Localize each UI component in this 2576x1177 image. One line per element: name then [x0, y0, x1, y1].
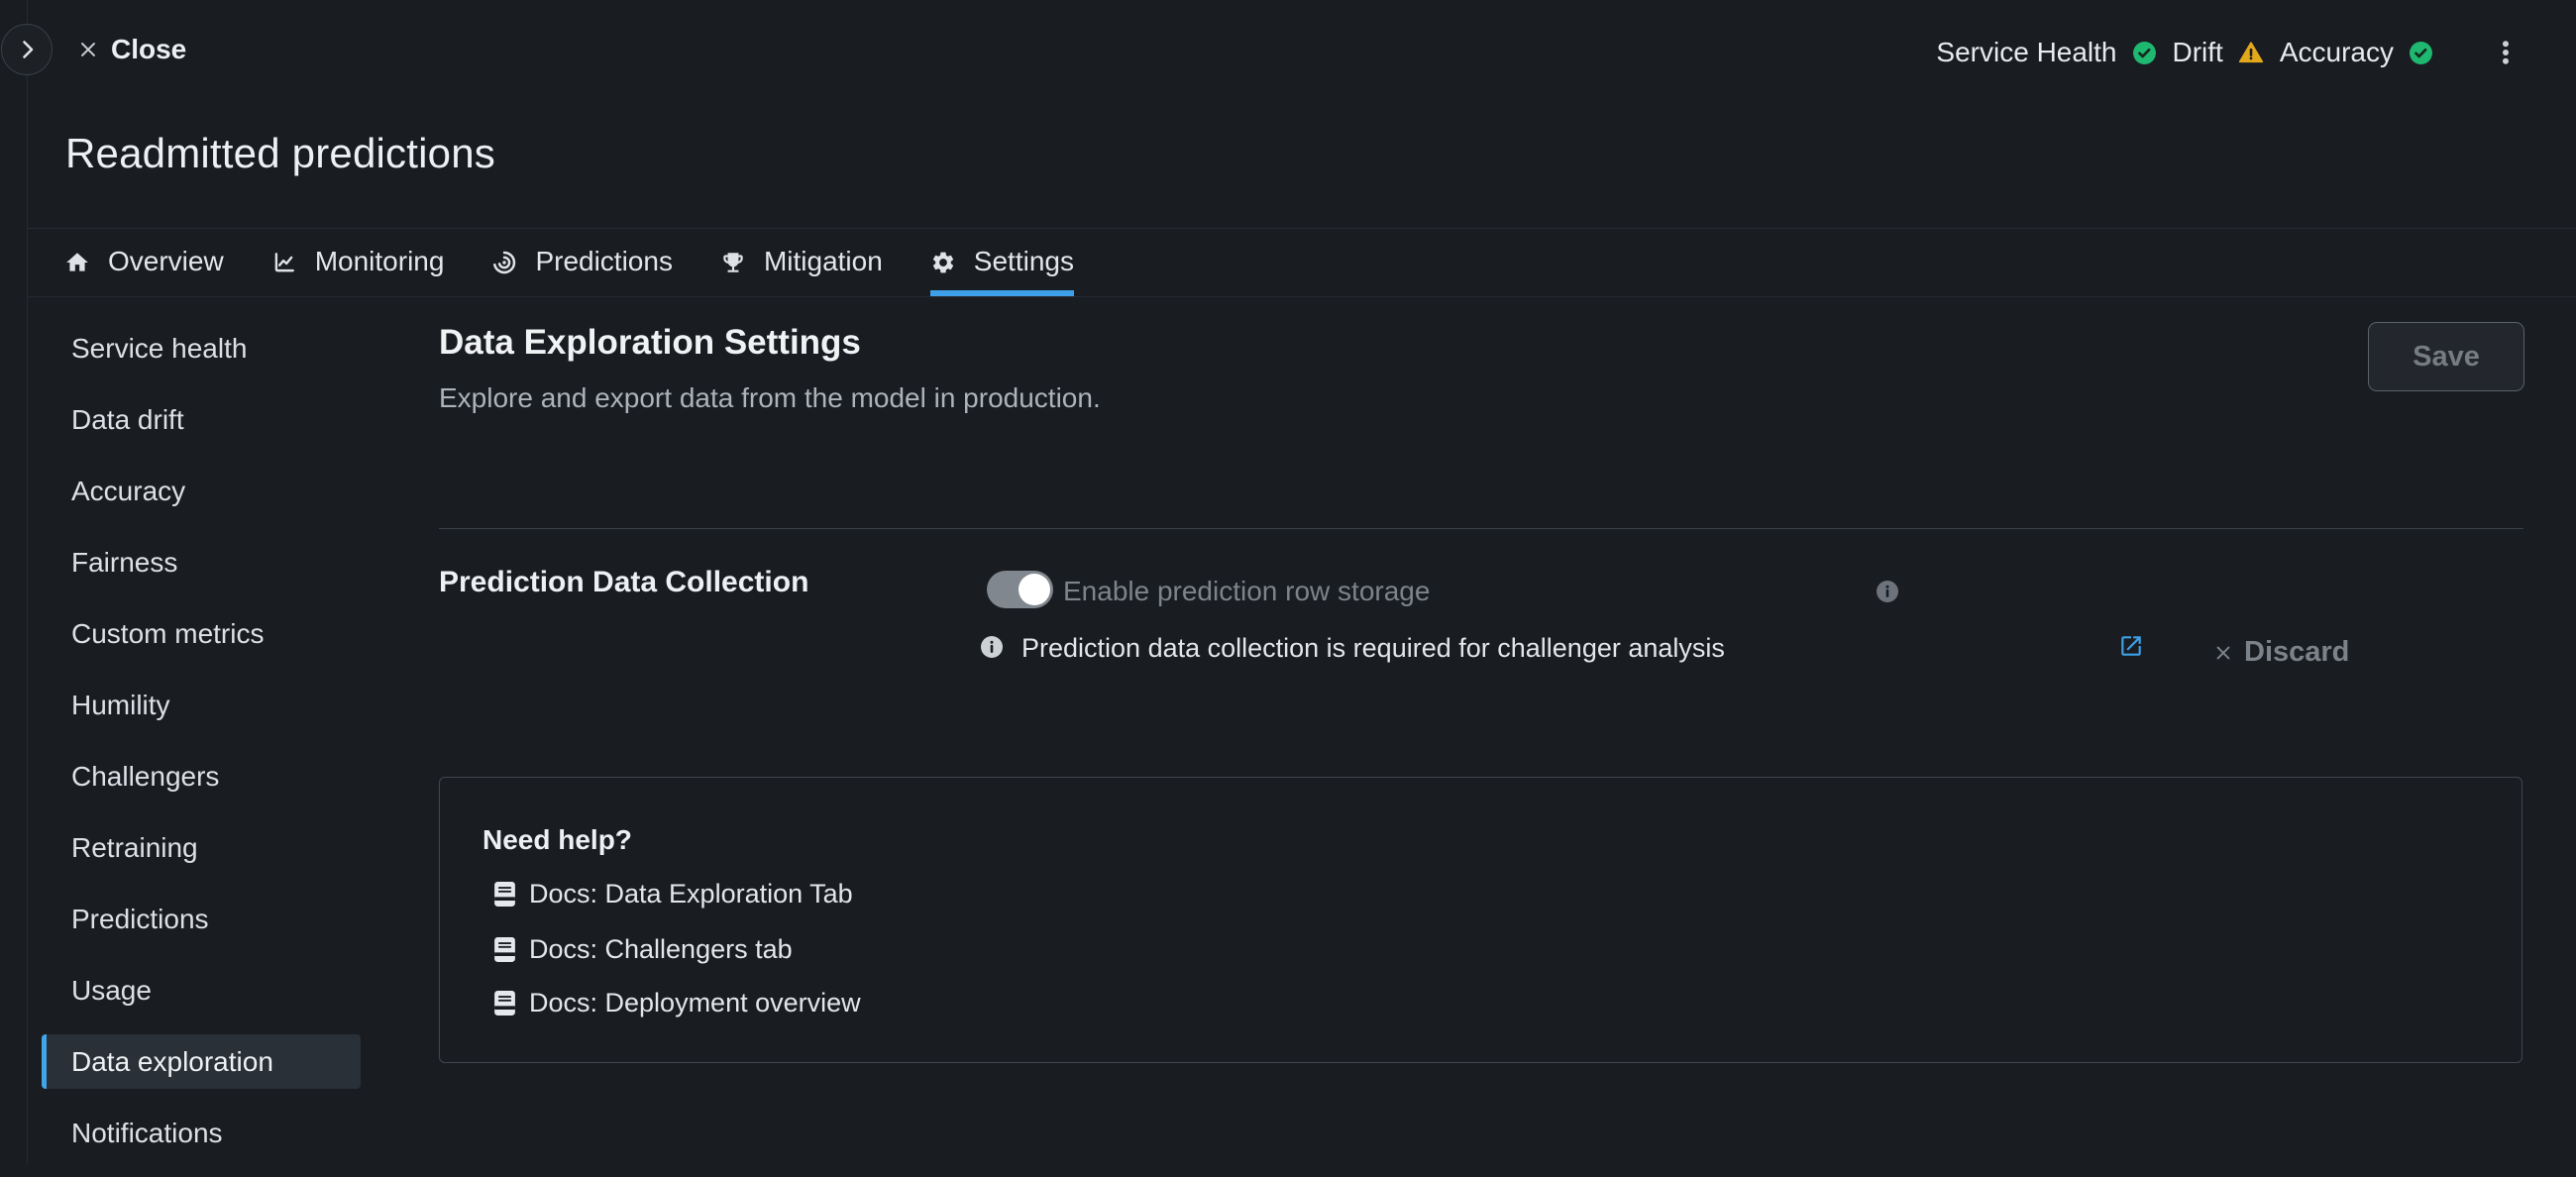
sidebar-item-retraining[interactable]: Retraining: [42, 820, 361, 875]
sidebar-item-accuracy[interactable]: Accuracy: [42, 464, 361, 518]
sidebar-item-notifications[interactable]: Notifications: [42, 1106, 361, 1160]
sidebar-item-custom-metrics[interactable]: Custom metrics: [42, 606, 361, 661]
trophy-icon: [720, 250, 746, 275]
deployment-status-summary: Service Health Drift Accuracy: [1936, 33, 2521, 72]
sidebar-item-label: Notifications: [71, 1118, 223, 1149]
status-accuracy-label: Accuracy: [2280, 37, 2394, 68]
sidebar-item-label: Challengers: [71, 761, 219, 793]
deployment-title: Readmitted predictions: [65, 130, 495, 177]
sidebar-item-label: Service health: [71, 333, 247, 365]
tab-mitigation-label: Mitigation: [764, 248, 883, 277]
status-drift[interactable]: Drift: [2173, 37, 2264, 68]
line-chart-icon: [271, 250, 297, 275]
discard-label: Discard: [2244, 636, 2349, 669]
status-drift-label: Drift: [2173, 37, 2223, 68]
status-accuracy[interactable]: Accuracy: [2280, 37, 2433, 68]
tab-overview-label: Overview: [108, 248, 224, 277]
doc-link-data-exploration-tab[interactable]: Docs: Data Exploration Tab: [493, 879, 853, 909]
sidebar-item-label: Data exploration: [71, 1046, 273, 1078]
deployment-tab-bar: Overview Monitoring Predictions Mitigati…: [28, 228, 2576, 297]
doc-link-label: Docs: Deployment overview: [529, 989, 861, 1016]
help-panel: Need help? Docs: Data Exploration Tab Do…: [439, 777, 2522, 1063]
doc-link-label: Docs: Challengers tab: [529, 935, 793, 963]
info-icon[interactable]: [1876, 580, 1899, 603]
save-button[interactable]: Save: [2368, 322, 2524, 391]
spiral-icon: [491, 250, 517, 275]
external-link-icon[interactable]: [2118, 633, 2144, 659]
tab-settings[interactable]: Settings: [930, 229, 1074, 296]
settings-sidebar: Service health Data drift Accuracy Fairn…: [28, 297, 414, 1177]
sidebar-item-label: Data drift: [71, 404, 184, 436]
chevron-right-icon: [15, 38, 39, 61]
doc-link-deployment-overview[interactable]: Docs: Deployment overview: [493, 988, 861, 1017]
close-icon: [77, 39, 99, 60]
sidebar-item-data-exploration[interactable]: Data exploration: [42, 1034, 361, 1089]
expand-panel-button[interactable]: [1, 24, 53, 75]
sidebar-item-label: Accuracy: [71, 476, 185, 507]
page-subtitle: Explore and export data from the model i…: [439, 382, 1101, 414]
doc-link-challengers-tab[interactable]: Docs: Challengers tab: [493, 934, 793, 964]
tab-settings-label: Settings: [974, 248, 1074, 277]
kebab-menu-icon: [2491, 38, 2521, 67]
check-circle-icon: [2409, 41, 2433, 65]
book-icon: [493, 990, 516, 1016]
prediction-data-note: Prediction data collection is required f…: [1021, 634, 1725, 662]
tab-overview[interactable]: Overview: [64, 229, 224, 296]
tab-mitigation[interactable]: Mitigation: [720, 229, 883, 296]
tab-monitoring-label: Monitoring: [315, 248, 445, 277]
sidebar-item-label: Humility: [71, 690, 170, 721]
doc-link-label: Docs: Data Exploration Tab: [529, 880, 853, 908]
tab-monitoring[interactable]: Monitoring: [271, 229, 445, 296]
close-button[interactable]: Close: [77, 34, 186, 65]
book-icon: [493, 881, 516, 908]
toggle-label: Enable prediction row storage: [1063, 577, 1430, 606]
page-title: Data Exploration Settings: [439, 323, 861, 363]
check-circle-icon: [2132, 41, 2157, 65]
sidebar-item-challengers[interactable]: Challengers: [42, 749, 361, 803]
warning-triangle-icon: [2238, 40, 2264, 65]
sidebar-item-predictions[interactable]: Predictions: [42, 892, 361, 946]
sidebar-item-label: Predictions: [71, 904, 209, 935]
prediction-row-storage-toggle[interactable]: [987, 571, 1053, 608]
sidebar-item-label: Custom metrics: [71, 618, 264, 650]
prediction-data-collection-label: Prediction Data Collection: [439, 567, 808, 598]
info-icon: [980, 635, 1004, 659]
sidebar-item-humility[interactable]: Humility: [42, 678, 361, 732]
discard-button[interactable]: Discard: [2213, 636, 2349, 669]
sidebar-item-usage[interactable]: Usage: [42, 963, 361, 1017]
kebab-menu-button[interactable]: [2491, 33, 2521, 72]
gear-icon: [930, 250, 956, 275]
sidebar-item-fairness[interactable]: Fairness: [42, 535, 361, 589]
status-service-health-label: Service Health: [1936, 37, 2116, 68]
sidebar-item-label: Retraining: [71, 832, 198, 864]
help-panel-title: Need help?: [483, 826, 632, 854]
sidebar-item-label: Fairness: [71, 547, 177, 579]
home-icon: [64, 250, 90, 275]
sidebar-item-service-health[interactable]: Service health: [42, 321, 361, 375]
sidebar-item-data-drift[interactable]: Data drift: [42, 392, 361, 447]
top-bar: Close Readmitted predictions Service Hea…: [28, 0, 2576, 228]
section-divider: [439, 528, 2523, 529]
book-icon: [493, 936, 516, 963]
close-label: Close: [111, 34, 186, 65]
tab-predictions[interactable]: Predictions: [491, 229, 673, 296]
status-service-health[interactable]: Service Health: [1936, 37, 2156, 68]
close-icon: [2213, 643, 2233, 663]
sidebar-item-label: Usage: [71, 975, 152, 1007]
toggle-knob: [1019, 574, 1050, 605]
tab-predictions-label: Predictions: [535, 248, 673, 277]
main-content: Data Exploration Settings Explore and ex…: [437, 297, 2527, 1165]
